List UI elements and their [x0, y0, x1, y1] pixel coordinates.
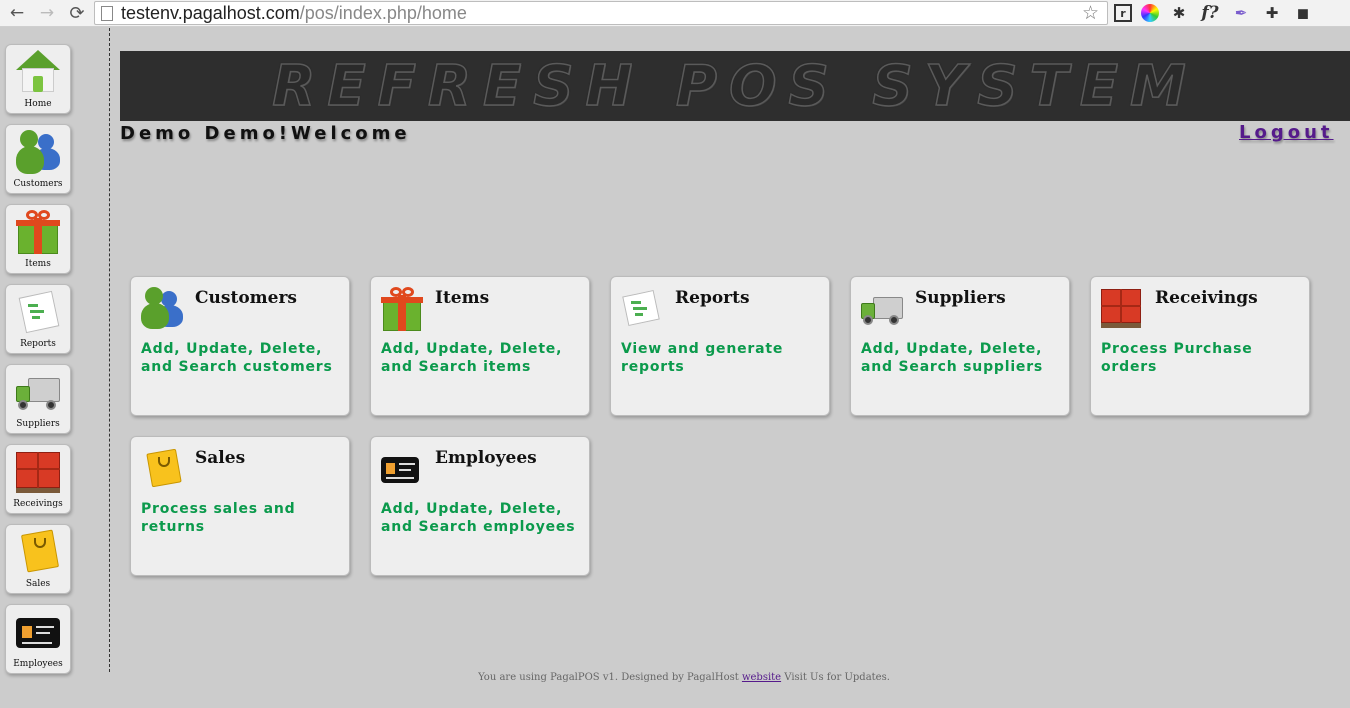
footer-text: You are using PagalPOS v1. Designed by P…: [478, 672, 739, 683]
evernote-icon[interactable]: ◼: [1292, 2, 1314, 24]
sidebar-item-label: Suppliers: [16, 419, 60, 429]
sidebar-item-sales[interactable]: Sales: [5, 524, 71, 594]
header-banner: REFRESH POS SYSTEM: [120, 51, 1350, 121]
welcome-text: Demo Demo!Welcome: [120, 123, 411, 144]
back-arrow-icon[interactable]: ←: [6, 2, 28, 24]
module-title: Receivings: [1155, 288, 1258, 308]
color-wheel-icon[interactable]: [1141, 4, 1159, 22]
sidebar-item-label: Home: [24, 99, 52, 109]
module-card-suppliers[interactable]: Suppliers Add, Update, Delete, and Searc…: [850, 276, 1070, 416]
module-description[interactable]: Add, Update, Delete, and Search supplier…: [861, 340, 1066, 376]
module-description[interactable]: Add, Update, Delete, and Search customer…: [141, 340, 346, 376]
sidebar-item-home[interactable]: Home: [5, 44, 71, 114]
people-icon: [139, 285, 185, 331]
report-icon: [619, 285, 665, 331]
module-description[interactable]: Add, Update, Delete, and Search employee…: [381, 500, 586, 536]
footer: You are using PagalPOS v1. Designed by P…: [0, 672, 1350, 683]
fquery-icon[interactable]: f?: [1199, 2, 1221, 24]
sidebar-item-receivings[interactable]: Receivings: [5, 444, 71, 514]
address-bar[interactable]: testenv.pagalhost.com/pos/index.php/home…: [94, 1, 1108, 25]
module-title: Employees: [435, 448, 537, 468]
module-title: Suppliers: [915, 288, 1006, 308]
truck-icon: [859, 285, 905, 331]
people-icon: [14, 128, 62, 176]
sidebar-item-label: Reports: [20, 339, 56, 349]
browser-toolbar: ← → ⟳ testenv.pagalhost.com/pos/index.ph…: [0, 0, 1350, 27]
module-description[interactable]: View and generate reports: [621, 340, 826, 376]
sidebar-item-label: Sales: [25, 579, 51, 589]
module-card-employees[interactable]: Employees Add, Update, Delete, and Searc…: [370, 436, 590, 576]
reload-icon[interactable]: ⟳: [66, 2, 88, 24]
crates-icon: [14, 448, 62, 496]
truck-icon: [14, 368, 62, 416]
extension-icons: r ✱ f? ✒ ✚ ◼: [1114, 2, 1314, 24]
bug-icon[interactable]: ✱: [1168, 2, 1190, 24]
website-link[interactable]: website: [742, 672, 781, 683]
footer-text-end: Visit Us for Updates.: [784, 672, 890, 683]
gift-icon: [14, 208, 62, 256]
app-title: REFRESH POS SYSTEM: [271, 53, 1198, 120]
module-card-reports[interactable]: Reports View and generate reports: [610, 276, 830, 416]
gift-icon: [379, 285, 425, 331]
box-icon[interactable]: r: [1114, 4, 1132, 22]
sidebar-item-label: Employees: [13, 659, 63, 669]
report-icon: [14, 288, 62, 336]
module-title: Customers: [195, 288, 297, 308]
shopping-bag-icon: [139, 445, 185, 491]
sidebar-item-suppliers[interactable]: Suppliers: [5, 364, 71, 434]
module-description[interactable]: Process Purchase orders: [1101, 340, 1306, 376]
module-title: Reports: [675, 288, 750, 308]
shopping-bag-icon: [14, 528, 62, 576]
module-title: Items: [435, 288, 490, 308]
id-card-icon: [14, 608, 62, 656]
module-card-items[interactable]: Items Add, Update, Delete, and Search it…: [370, 276, 590, 416]
sidebar-item-employees[interactable]: Employees: [5, 604, 71, 674]
puzzle-icon[interactable]: ✚: [1261, 2, 1283, 24]
module-card-receivings[interactable]: Receivings Process Purchase orders: [1090, 276, 1310, 416]
feather-icon[interactable]: ✒: [1230, 2, 1252, 24]
crates-icon: [1099, 285, 1145, 331]
module-card-customers[interactable]: Customers Add, Update, Delete, and Searc…: [130, 276, 350, 416]
sidebar-item-label: Receivings: [13, 499, 63, 509]
sidebar-item-customers[interactable]: Customers: [5, 124, 71, 194]
module-description[interactable]: Add, Update, Delete, and Search items: [381, 340, 586, 376]
bookmark-star-icon[interactable]: ☆: [1082, 2, 1099, 24]
sidebar-item-reports[interactable]: Reports: [5, 284, 71, 354]
page-icon: [101, 5, 113, 21]
sidebar: Home Customers Items Reports Suppliers R…: [0, 28, 110, 674]
house-icon: [14, 48, 62, 96]
id-card-icon: [379, 445, 425, 491]
sidebar-item-items[interactable]: Items: [5, 204, 71, 274]
url-host: testenv.pagalhost.com: [121, 2, 300, 23]
module-description[interactable]: Process sales and returns: [141, 500, 346, 536]
logout-link[interactable]: Logout: [1239, 122, 1334, 143]
sidebar-item-label: Items: [25, 259, 51, 269]
module-title: Sales: [195, 448, 246, 468]
url-path: /pos/index.php/home: [299, 2, 467, 23]
forward-arrow-icon[interactable]: →: [36, 2, 58, 24]
sidebar-item-label: Customers: [13, 179, 63, 189]
module-card-sales[interactable]: Sales Process sales and returns: [130, 436, 350, 576]
